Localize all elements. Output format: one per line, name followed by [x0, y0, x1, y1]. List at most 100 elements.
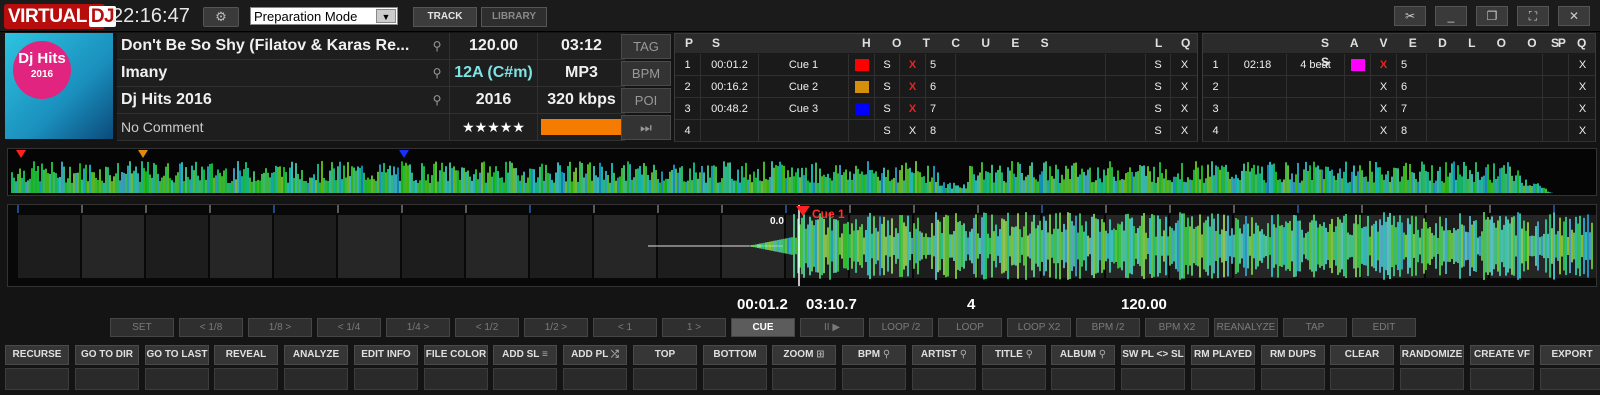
title-button[interactable]: TITLE ⚲: [982, 345, 1046, 365]
fwd-quarter-button[interactable]: 1/4 >: [386, 318, 450, 337]
export-button[interactable]: EXPORT: [1540, 345, 1600, 365]
loop-delete-button[interactable]: X: [1569, 54, 1596, 76]
hotcue-empty-slot[interactable]: [956, 76, 1106, 98]
custom-button-slot[interactable]: [563, 368, 627, 390]
loop-delete-button[interactable]: X: [1371, 76, 1397, 98]
hotcue-row[interactable]: 2 00:16.2 Cue 2 S X 6 S X: [675, 76, 1197, 98]
custom-button-slot[interactable]: [1330, 368, 1394, 390]
go-to-last-button[interactable]: GO TO LAST: [145, 345, 209, 365]
hotcue-save-button[interactable]: S: [1146, 54, 1171, 76]
custom-button-slot[interactable]: [1261, 368, 1325, 390]
hotcue-save-button[interactable]: S: [875, 54, 900, 76]
reanalyze-button[interactable]: REANALYZE: [1214, 318, 1278, 337]
custom-button-slot[interactable]: [1400, 368, 1464, 390]
custom-button-slot[interactable]: [493, 368, 557, 390]
hotcue-name[interactable]: Cue 3: [759, 98, 849, 120]
back-half-button[interactable]: < 1/2: [455, 318, 519, 337]
hotcue-delete-button[interactable]: X: [900, 54, 926, 76]
mode-dropdown[interactable]: Preparation Mode ▼: [250, 7, 398, 25]
bpm-half-button[interactable]: BPM /2: [1076, 318, 1140, 337]
poi-button[interactable]: POI: [621, 88, 671, 113]
add-pl-button[interactable]: ADD PL ⤮: [563, 345, 627, 365]
custom-button-slot[interactable]: [424, 368, 488, 390]
custom-button-slot[interactable]: [1540, 368, 1600, 390]
bpm-button[interactable]: BPM ⚲: [842, 345, 906, 365]
saved-loop-row[interactable]: 2 X 6 X: [1203, 76, 1595, 98]
custom-button-slot[interactable]: [145, 368, 209, 390]
edit-button[interactable]: EDIT: [1352, 318, 1416, 337]
bpm-double-button[interactable]: BPM X2: [1145, 318, 1209, 337]
hotcue-color[interactable]: [849, 120, 875, 142]
loop-color[interactable]: [1345, 98, 1371, 120]
fullscreen-icon[interactable]: ⛶: [1517, 6, 1549, 26]
loop-delete-button[interactable]: X: [1569, 98, 1596, 120]
loop-empty-slot[interactable]: [1427, 54, 1543, 76]
loop-empty-slot[interactable]: [1543, 54, 1569, 76]
track-title[interactable]: Don't Be So Shy (Filatov & Karas Re...: [117, 33, 449, 60]
hotcue-delete-button[interactable]: X: [900, 120, 926, 142]
play-pause-button[interactable]: II ▶: [800, 318, 864, 337]
bottom-button[interactable]: BOTTOM: [703, 345, 767, 365]
hotcue-empty-slot[interactable]: [1106, 120, 1146, 142]
custom-button-slot[interactable]: [703, 368, 767, 390]
minimize-icon[interactable]: _: [1435, 6, 1467, 26]
hotcue-name[interactable]: [759, 120, 849, 142]
custom-button-slot[interactable]: [75, 368, 139, 390]
loop-name[interactable]: [1287, 120, 1345, 142]
hotcue-empty-slot[interactable]: [956, 54, 1106, 76]
waveform-overview[interactable]: [7, 148, 1597, 196]
hotcue-delete-button[interactable]: X: [900, 98, 926, 120]
tab-track[interactable]: TRACK: [413, 7, 477, 27]
custom-button-slot[interactable]: [5, 368, 69, 390]
hotcue-delete-button[interactable]: X: [1171, 98, 1198, 120]
loop-name[interactable]: 4 beat: [1287, 54, 1345, 76]
hotcue-row[interactable]: 4 S X 8 S X: [675, 120, 1197, 142]
loop-delete-button[interactable]: X: [1371, 120, 1397, 142]
loop-color[interactable]: [1345, 76, 1371, 98]
hotcue-empty-slot[interactable]: [1106, 98, 1146, 120]
hotcue-save-button[interactable]: S: [1146, 98, 1171, 120]
loop-empty-slot[interactable]: [1427, 98, 1543, 120]
tools-icon[interactable]: ✂: [1394, 6, 1426, 26]
waveform-main[interactable]: [7, 204, 1597, 287]
back-quarter-button[interactable]: < 1/4: [317, 318, 381, 337]
bpm-button[interactable]: BPM: [621, 61, 671, 86]
tap-button[interactable]: TAP: [1283, 318, 1347, 337]
hotcue-delete-button[interactable]: X: [1171, 120, 1198, 142]
edit-info-button[interactable]: EDIT INFO: [354, 345, 418, 365]
reveal-button[interactable]: REVEAL: [214, 345, 278, 365]
custom-button-slot[interactable]: [284, 368, 348, 390]
fwd-eighth-button[interactable]: 1/8 >: [248, 318, 312, 337]
custom-button-slot[interactable]: [633, 368, 697, 390]
hotcue-empty-slot[interactable]: [1106, 54, 1146, 76]
track-comment[interactable]: No Comment: [117, 114, 449, 141]
hotcue-empty-slot[interactable]: [1106, 76, 1146, 98]
sw-pl-sl-button[interactable]: SW PL <> SL: [1121, 345, 1185, 365]
hotcue-name[interactable]: Cue 2: [759, 76, 849, 98]
hotcue-empty-slot[interactable]: [956, 120, 1106, 142]
top-button[interactable]: TOP: [633, 345, 697, 365]
rm-dups-button[interactable]: RM DUPS: [1261, 345, 1325, 365]
recurse-button[interactable]: RECURSE: [5, 345, 69, 365]
custom-button-slot[interactable]: [842, 368, 906, 390]
hotcue-empty-slot[interactable]: [956, 98, 1106, 120]
hotcue-row[interactable]: 3 00:48.2 Cue 3 S X 7 S X: [675, 98, 1197, 120]
loop-delete-button[interactable]: X: [1569, 120, 1596, 142]
track-album[interactable]: Dj Hits 2016: [117, 87, 449, 114]
custom-button-slot[interactable]: [982, 368, 1046, 390]
rm-played-button[interactable]: RM PLAYED: [1191, 345, 1255, 365]
loop-empty-slot[interactable]: [1543, 120, 1569, 142]
hotcue-save-button[interactable]: S: [875, 76, 900, 98]
loop-double-button[interactable]: LOOP X2: [1007, 318, 1071, 337]
file-color-button[interactable]: FILE COLOR: [424, 345, 488, 365]
go-to-dir-button[interactable]: GO TO DIR: [75, 345, 139, 365]
saved-loop-row[interactable]: 1 02:18 4 beat X 5 X: [1203, 54, 1595, 76]
loop-delete-button[interactable]: X: [1569, 76, 1596, 98]
saved-loop-row[interactable]: 3 X 7 X: [1203, 98, 1595, 120]
loop-delete-button[interactable]: X: [1371, 98, 1397, 120]
hotcue-save-button[interactable]: S: [1146, 76, 1171, 98]
hotcue-save-button[interactable]: S: [875, 98, 900, 120]
hotcue-save-button[interactable]: S: [875, 120, 900, 142]
loop-half-button[interactable]: LOOP /2: [869, 318, 933, 337]
custom-button-slot[interactable]: [354, 368, 418, 390]
